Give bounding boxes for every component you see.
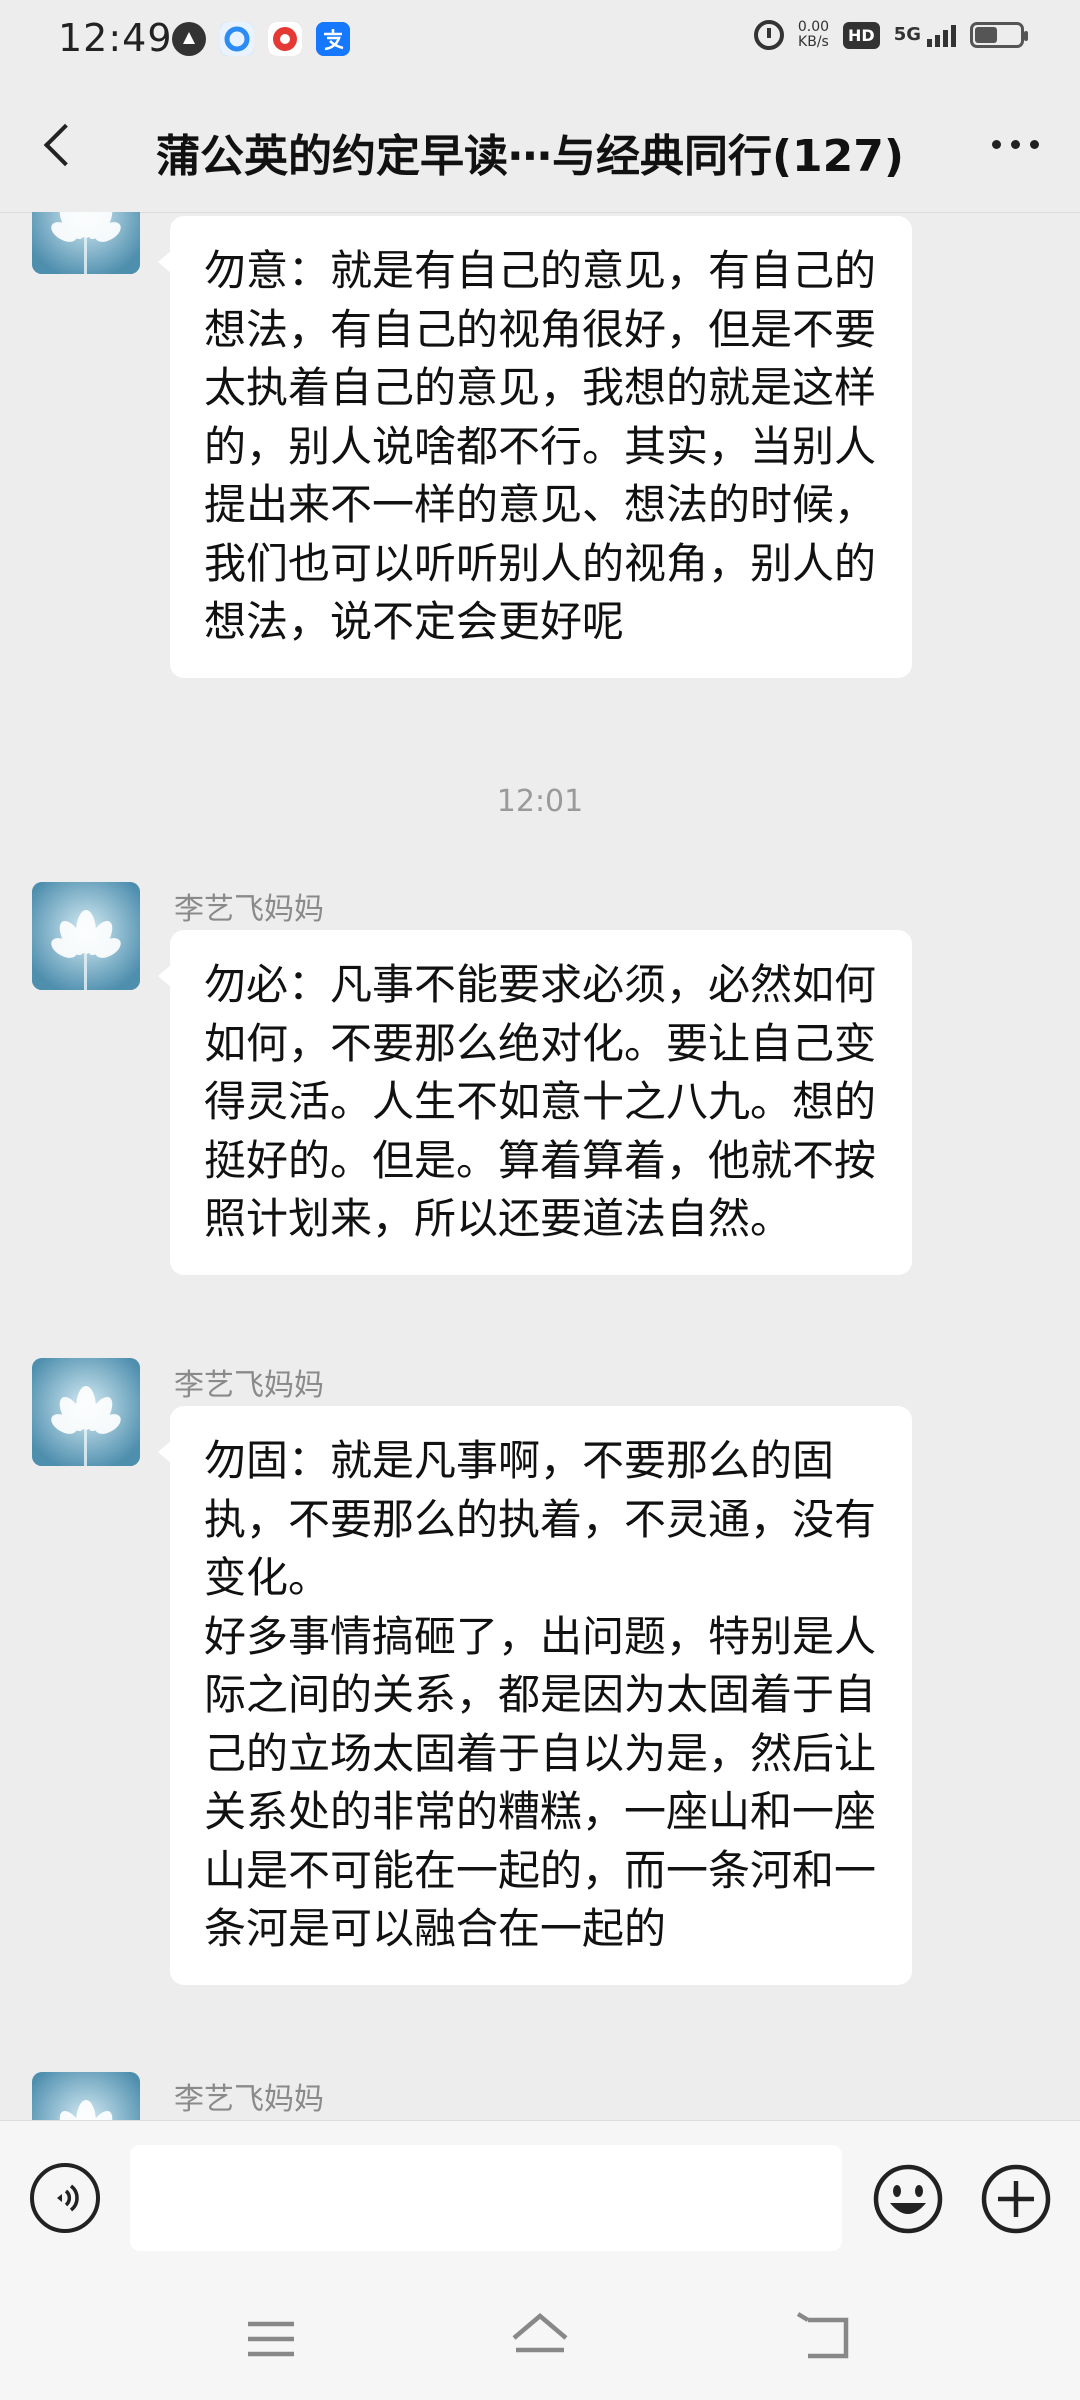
notification-icons: [172, 22, 350, 56]
net-speed-unit: KB/s: [798, 34, 829, 50]
alipay-icon: [316, 22, 350, 56]
status-time: 12:49: [58, 16, 173, 60]
status-right: 0.00 KB/s HD 5G: [753, 20, 1028, 50]
back-arrow-icon[interactable]: [30, 114, 90, 174]
message-bubble[interactable]: 勿固：就是凡事啊，不要那么的固执，不要那么的执着，不灵通，没有变化。 好多事情搞…: [158, 1406, 912, 1985]
battery-icon: [970, 22, 1028, 48]
net-speed-value: 0.00: [797, 19, 830, 35]
chat-message-list[interactable]: 勿意：就是有自己的意见，有自己的想法，有自己的视角很好，但是不要太执着自己的意见…: [0, 212, 1080, 2120]
more-icon[interactable]: [980, 114, 1050, 174]
browser-icon: [220, 22, 254, 56]
net-speed: 0.00 KB/s: [798, 20, 829, 50]
network-label: 5G: [893, 24, 921, 45]
app-icon: [172, 22, 206, 56]
hd-badge: HD: [843, 21, 880, 49]
signal-icon: [927, 23, 956, 47]
avatar[interactable]: [32, 212, 140, 274]
avatar[interactable]: [32, 882, 140, 990]
alarm-icon: [753, 20, 784, 50]
home-icon[interactable]: [510, 2310, 570, 2366]
chat-title: 蒲公英的约定早读⋯与经典同行(127): [155, 131, 905, 182]
status-bar: 12:49 0.00 KB/s HD 5G: [0, 0, 1080, 84]
system-nav-bar: [0, 2280, 1080, 2400]
red-app-icon: [268, 22, 302, 56]
plus-icon[interactable]: [980, 2163, 1052, 2235]
input-bar: [0, 2120, 1080, 2281]
chat-header: 蒲公英的约定早读⋯与经典同行(127): [0, 84, 1080, 213]
avatar[interactable]: [32, 1358, 140, 1466]
time-divider: 12:01: [496, 784, 584, 819]
sender-name: 李艺飞妈妈: [174, 1368, 324, 1403]
sender-name: 李艺飞妈妈: [174, 892, 324, 927]
menu-icon[interactable]: [244, 2312, 298, 2366]
emoji-icon[interactable]: [872, 2163, 944, 2235]
message-bubble[interactable]: 勿意：就是有自己的意见，有自己的想法，有自己的视角很好，但是不要太执着自己的意见…: [158, 216, 912, 678]
back-icon[interactable]: [794, 2310, 854, 2366]
sender-name: 李艺飞妈妈: [174, 2082, 324, 2117]
voice-icon[interactable]: [30, 2163, 100, 2233]
message-bubble[interactable]: 勿必：凡事不能要求必须，必然如何如何，不要那么绝对化。要让自己变得灵活。人生不如…: [158, 930, 912, 1275]
message-input[interactable]: [130, 2145, 842, 2251]
avatar[interactable]: [32, 2072, 140, 2120]
